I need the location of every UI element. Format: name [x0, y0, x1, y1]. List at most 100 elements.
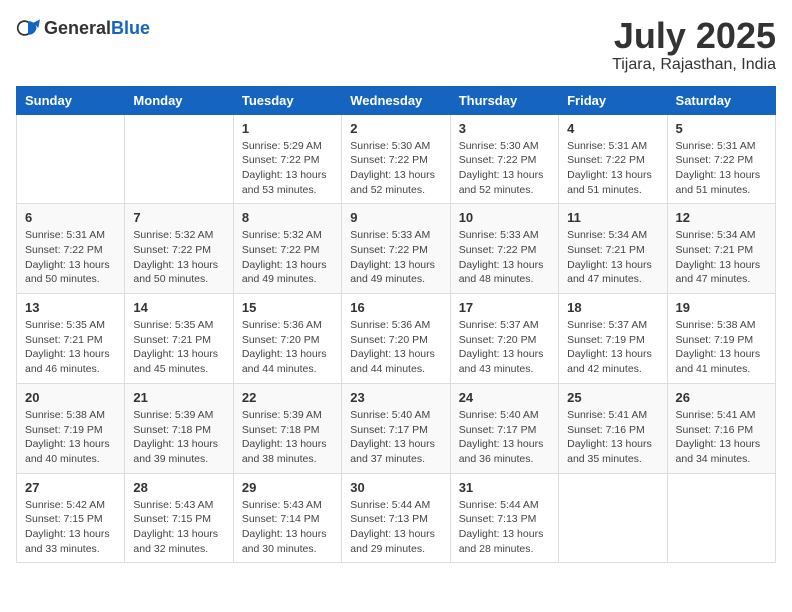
- month-title: July 2025: [612, 16, 776, 56]
- day-detail: Sunrise: 5:39 AM Sunset: 7:18 PM Dayligh…: [242, 408, 333, 467]
- day-number: 8: [242, 210, 333, 225]
- day-number: 3: [459, 121, 550, 136]
- location-title: Tijara, Rajasthan, India: [612, 56, 776, 74]
- day-detail: Sunrise: 5:44 AM Sunset: 7:13 PM Dayligh…: [459, 498, 550, 557]
- empty-cell: [667, 473, 775, 563]
- day-cell-25: 25 Sunrise: 5:41 AM Sunset: 7:16 PM Dayli…: [559, 383, 667, 473]
- day-number: 6: [25, 210, 116, 225]
- day-detail: Sunrise: 5:36 AM Sunset: 7:20 PM Dayligh…: [350, 318, 441, 377]
- day-detail: Sunrise: 5:41 AM Sunset: 7:16 PM Dayligh…: [676, 408, 767, 467]
- weekday-header-sunday: Sunday: [17, 86, 125, 114]
- day-number: 22: [242, 390, 333, 405]
- day-detail: Sunrise: 5:42 AM Sunset: 7:15 PM Dayligh…: [25, 498, 116, 557]
- day-cell-10: 10Sunrise: 5:33 AM Sunset: 7:22 PM Dayli…: [450, 204, 558, 294]
- week-row-3: 13 Sunrise: 5:35 AM Sunset: 7:21 PM Dayli…: [17, 294, 776, 384]
- day-cell-8: 8 Sunrise: 5:32 AM Sunset: 7:22 PM Daylig…: [233, 204, 341, 294]
- day-cell-20: 20 Sunrise: 5:38 AM Sunset: 7:19 PM Dayli…: [17, 383, 125, 473]
- day-detail: Sunrise: 5:41 AM Sunset: 7:16 PM Dayligh…: [567, 408, 658, 467]
- empty-cell: [125, 114, 233, 204]
- day-detail: Sunrise: 5:38 AM Sunset: 7:19 PM Dayligh…: [25, 408, 116, 467]
- day-cell-27: 27 Sunrise: 5:42 AM Sunset: 7:15 PM Dayli…: [17, 473, 125, 563]
- weekday-header-monday: Monday: [125, 86, 233, 114]
- day-cell-4: 4Sunrise: 5:31 AM Sunset: 7:22 PM Daylig…: [559, 114, 667, 204]
- day-cell-15: 15Sunrise: 5:36 AM Sunset: 7:20 PM Dayli…: [233, 294, 341, 384]
- weekday-header-row: SundayMondayTuesdayWednesdayThursdayFrid…: [17, 86, 776, 114]
- day-cell-30: 30Sunrise: 5:44 AM Sunset: 7:13 PM Dayli…: [342, 473, 450, 563]
- day-detail: Sunrise: 5:37 AM Sunset: 7:19 PM Dayligh…: [567, 318, 658, 377]
- day-cell-22: 22 Sunrise: 5:39 AM Sunset: 7:18 PM Dayli…: [233, 383, 341, 473]
- day-number: 1: [242, 121, 333, 136]
- day-number: 27: [25, 480, 116, 495]
- day-cell-31: 31 Sunrise: 5:44 AM Sunset: 7:13 PM Dayli…: [450, 473, 558, 563]
- day-number: 26: [676, 390, 767, 405]
- day-number: 20: [25, 390, 116, 405]
- day-number: 10: [459, 210, 550, 225]
- day-detail: Sunrise: 5:31 AM Sunset: 7:22 PM Dayligh…: [676, 139, 767, 198]
- day-cell-2: 2 Sunrise: 5:30 AM Sunset: 7:22 PM Daylig…: [342, 114, 450, 204]
- empty-cell: [17, 114, 125, 204]
- week-row-1: 1 Sunrise: 5:29 AM Sunset: 7:22 PM Daylig…: [17, 114, 776, 204]
- day-detail: Sunrise: 5:33 AM Sunset: 7:22 PM Dayligh…: [350, 228, 441, 287]
- day-cell-5: 5 Sunrise: 5:31 AM Sunset: 7:22 PM Daylig…: [667, 114, 775, 204]
- day-number: 28: [133, 480, 224, 495]
- day-number: 4: [567, 121, 658, 136]
- day-detail: Sunrise: 5:43 AM Sunset: 7:14 PM Dayligh…: [242, 498, 333, 557]
- day-detail: Sunrise: 5:40 AM Sunset: 7:17 PM Dayligh…: [350, 408, 441, 467]
- day-cell-11: 11Sunrise: 5:34 AM Sunset: 7:21 PM Dayli…: [559, 204, 667, 294]
- day-cell-29: 29Sunrise: 5:43 AM Sunset: 7:14 PM Dayli…: [233, 473, 341, 563]
- weekday-header-wednesday: Wednesday: [342, 86, 450, 114]
- day-number: 14: [133, 300, 224, 315]
- logo: GeneralBlue: [16, 16, 150, 40]
- day-detail: Sunrise: 5:39 AM Sunset: 7:18 PM Dayligh…: [133, 408, 224, 467]
- day-detail: Sunrise: 5:43 AM Sunset: 7:15 PM Dayligh…: [133, 498, 224, 557]
- day-detail: Sunrise: 5:30 AM Sunset: 7:22 PM Dayligh…: [459, 139, 550, 198]
- day-number: 23: [350, 390, 441, 405]
- day-detail: Sunrise: 5:40 AM Sunset: 7:17 PM Dayligh…: [459, 408, 550, 467]
- day-detail: Sunrise: 5:32 AM Sunset: 7:22 PM Dayligh…: [133, 228, 224, 287]
- day-cell-7: 7Sunrise: 5:32 AM Sunset: 7:22 PM Daylig…: [125, 204, 233, 294]
- logo-general: General: [44, 18, 111, 38]
- day-number: 9: [350, 210, 441, 225]
- day-detail: Sunrise: 5:29 AM Sunset: 7:22 PM Dayligh…: [242, 139, 333, 198]
- day-cell-19: 19 Sunrise: 5:38 AM Sunset: 7:19 PM Dayli…: [667, 294, 775, 384]
- day-number: 5: [676, 121, 767, 136]
- logo-icon: [16, 16, 40, 40]
- week-row-4: 20 Sunrise: 5:38 AM Sunset: 7:19 PM Dayli…: [17, 383, 776, 473]
- day-cell-17: 17 Sunrise: 5:37 AM Sunset: 7:20 PM Dayli…: [450, 294, 558, 384]
- day-detail: Sunrise: 5:32 AM Sunset: 7:22 PM Dayligh…: [242, 228, 333, 287]
- day-number: 15: [242, 300, 333, 315]
- week-row-2: 6 Sunrise: 5:31 AM Sunset: 7:22 PM Daylig…: [17, 204, 776, 294]
- day-detail: Sunrise: 5:38 AM Sunset: 7:19 PM Dayligh…: [676, 318, 767, 377]
- weekday-header-saturday: Saturday: [667, 86, 775, 114]
- day-cell-21: 21 Sunrise: 5:39 AM Sunset: 7:18 PM Dayli…: [125, 383, 233, 473]
- empty-cell: [559, 473, 667, 563]
- logo-blue: Blue: [111, 18, 150, 38]
- day-cell-26: 26 Sunrise: 5:41 AM Sunset: 7:16 PM Dayli…: [667, 383, 775, 473]
- day-detail: Sunrise: 5:35 AM Sunset: 7:21 PM Dayligh…: [133, 318, 224, 377]
- logo-text: GeneralBlue: [44, 18, 150, 39]
- day-number: 31: [459, 480, 550, 495]
- day-cell-24: 24 Sunrise: 5:40 AM Sunset: 7:17 PM Dayli…: [450, 383, 558, 473]
- day-number: 13: [25, 300, 116, 315]
- day-number: 2: [350, 121, 441, 136]
- day-detail: Sunrise: 5:30 AM Sunset: 7:22 PM Dayligh…: [350, 139, 441, 198]
- weekday-header-friday: Friday: [559, 86, 667, 114]
- day-cell-28: 28 Sunrise: 5:43 AM Sunset: 7:15 PM Dayli…: [125, 473, 233, 563]
- day-cell-6: 6 Sunrise: 5:31 AM Sunset: 7:22 PM Daylig…: [17, 204, 125, 294]
- day-number: 17: [459, 300, 550, 315]
- day-number: 25: [567, 390, 658, 405]
- day-number: 19: [676, 300, 767, 315]
- day-detail: Sunrise: 5:31 AM Sunset: 7:22 PM Dayligh…: [25, 228, 116, 287]
- day-number: 16: [350, 300, 441, 315]
- day-number: 24: [459, 390, 550, 405]
- day-cell-13: 13Sunrise: 5:35 AM Sunset: 7:21 PM Dayli…: [17, 294, 125, 384]
- day-cell-18: 18 Sunrise: 5:37 AM Sunset: 7:19 PM Dayli…: [559, 294, 667, 384]
- day-detail: Sunrise: 5:37 AM Sunset: 7:20 PM Dayligh…: [459, 318, 550, 377]
- calendar-table: SundayMondayTuesdayWednesdayThursdayFrid…: [16, 86, 776, 564]
- page-header: GeneralBlue July 2025 Tijara, Rajasthan,…: [16, 16, 776, 74]
- day-number: 21: [133, 390, 224, 405]
- day-cell-3: 3 Sunrise: 5:30 AM Sunset: 7:22 PM Daylig…: [450, 114, 558, 204]
- day-cell-9: 9 Sunrise: 5:33 AM Sunset: 7:22 PM Daylig…: [342, 204, 450, 294]
- day-number: 12: [676, 210, 767, 225]
- day-number: 18: [567, 300, 658, 315]
